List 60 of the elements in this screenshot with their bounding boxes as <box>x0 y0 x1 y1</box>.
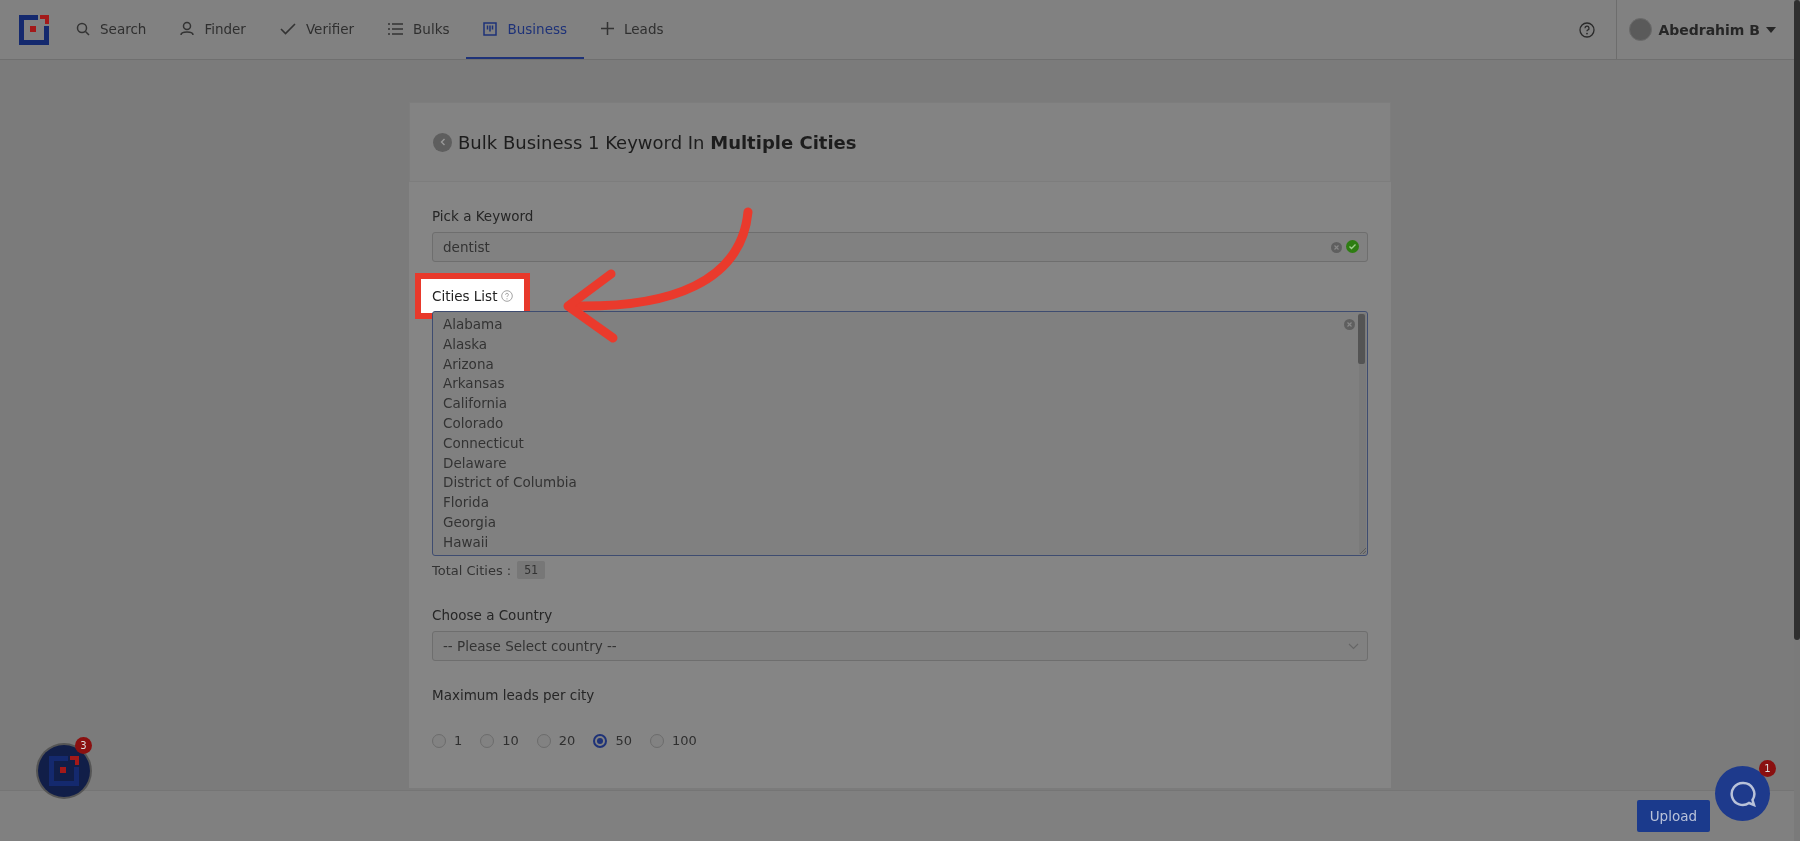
person-icon <box>180 21 195 36</box>
clear-icon[interactable] <box>1331 241 1342 253</box>
card-title: Bulk Business 1 Keyword In Multiple Cities <box>458 131 857 153</box>
field-label: Choose a Country <box>432 607 553 623</box>
resize-grip-icon[interactable] <box>1359 547 1366 554</box>
back-button[interactable] <box>433 132 452 152</box>
city-line: California <box>443 394 508 414</box>
chevron-down-icon <box>1348 642 1359 650</box>
radio-option[interactable]: 50 <box>593 733 632 748</box>
chevron-left-icon <box>438 138 447 146</box>
chat-button[interactable] <box>1715 766 1770 821</box>
caret-icon <box>1766 26 1776 33</box>
scrollbar[interactable] <box>1359 313 1366 554</box>
notification-badge: 1 <box>1759 760 1776 777</box>
help-icon[interactable] <box>1579 21 1596 38</box>
city-line: District of Columbia <box>443 473 577 493</box>
input-field[interactable]: dentist <box>432 232 1368 262</box>
nav-tab[interactable]: Bulks <box>371 0 467 59</box>
upload-button[interactable]: Upload <box>1636 800 1710 832</box>
city-line: Delaware <box>443 453 507 473</box>
avatar <box>1629 18 1653 41</box>
nav-tab[interactable]: Search <box>59 0 164 59</box>
chat-bubble-icon <box>1729 780 1756 807</box>
city-line: Alaska <box>443 334 488 354</box>
radio-option[interactable]: 100 <box>649 733 697 748</box>
city-line: Alabama <box>443 315 503 334</box>
user-menu[interactable]: Abedrahim B <box>1616 0 1790 59</box>
list-icon <box>388 22 404 35</box>
city-line: Arizona <box>443 354 494 374</box>
check-icon <box>279 22 296 35</box>
cities-textarea[interactable]: Alabama Alaska Arizona Arkansas California Colorado Connecticut Delaware District of Columbia Florida Georgia Hawaii <box>432 311 1368 556</box>
nav-tab[interactable]: Finder <box>163 0 263 59</box>
city-line: Arkansas <box>443 374 505 394</box>
radio-option[interactable]: 10 <box>480 733 519 748</box>
nav-tab[interactable]: Leads <box>584 0 681 59</box>
nav-tab[interactable]: Verifier <box>262 0 372 59</box>
app-logo <box>49 756 79 786</box>
field-label: Maximum leads per city <box>432 687 595 703</box>
notification-badge: 3 <box>75 737 92 754</box>
clear-icon[interactable] <box>1344 319 1355 330</box>
nav-tab[interactable]: Business <box>466 0 584 59</box>
building-icon <box>483 21 498 36</box>
city-line: Colorado <box>443 414 504 433</box>
page-scrollbar[interactable] <box>1794 0 1800 841</box>
total-label: Total Cities : <box>432 562 512 578</box>
city-line: Georgia <box>443 512 496 532</box>
search-icon <box>76 21 90 36</box>
help-icon <box>501 290 514 302</box>
count-badge: 51 <box>517 561 546 579</box>
app-logo <box>19 14 49 45</box>
field-label: Cities List <box>432 288 498 304</box>
radio-circle[interactable] <box>593 733 608 748</box>
city-line: Connecticut <box>443 433 524 453</box>
plus-icon <box>601 22 614 35</box>
radio-option[interactable]: 20 <box>536 733 576 748</box>
radio-option[interactable]: 1 <box>432 733 463 748</box>
city-line: Hawaii <box>443 532 489 552</box>
city-line: Florida <box>443 493 489 513</box>
country-select[interactable]: -- Please Select country -- <box>432 631 1368 661</box>
field-label: Pick a Keyword <box>432 208 534 224</box>
